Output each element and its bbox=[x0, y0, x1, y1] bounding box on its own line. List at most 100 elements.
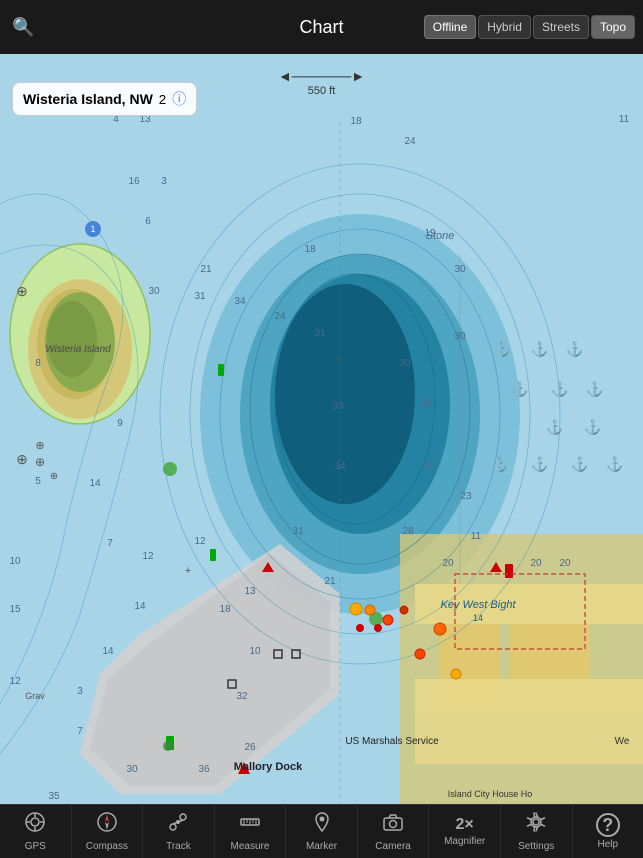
help-icon: ? bbox=[596, 813, 620, 837]
camera-label: Camera bbox=[375, 841, 411, 852]
map-type-streets[interactable]: Streets bbox=[533, 15, 589, 39]
svg-text:⚓: ⚓ bbox=[531, 341, 548, 358]
svg-text:30: 30 bbox=[420, 398, 432, 409]
scale-text: 550 ft bbox=[308, 85, 336, 97]
svg-text:14: 14 bbox=[102, 646, 114, 657]
track-tool[interactable]: Track bbox=[143, 805, 215, 858]
svg-text:⚓: ⚓ bbox=[491, 456, 508, 473]
svg-text:8: 8 bbox=[35, 358, 41, 369]
svg-text:28: 28 bbox=[402, 526, 414, 537]
help-tool[interactable]: ? Help bbox=[573, 805, 643, 858]
svg-text:⚓: ⚓ bbox=[571, 456, 588, 473]
page-title: Chart bbox=[299, 17, 343, 38]
svg-text:18: 18 bbox=[350, 116, 362, 127]
bottom-toolbar: GPS Compass Track bbox=[0, 804, 643, 858]
svg-text:10: 10 bbox=[249, 646, 261, 657]
help-label: Help bbox=[597, 839, 618, 850]
svg-text:1: 1 bbox=[90, 224, 95, 234]
map-type-offline[interactable]: Offline bbox=[424, 15, 476, 39]
svg-text:We: We bbox=[615, 736, 630, 747]
svg-text:31: 31 bbox=[194, 291, 206, 302]
svg-text:20: 20 bbox=[559, 558, 571, 569]
svg-text:24: 24 bbox=[274, 311, 286, 322]
scale-arrows: ◄──────► bbox=[278, 68, 365, 84]
svg-text:30: 30 bbox=[399, 358, 411, 369]
svg-text:⊕: ⊕ bbox=[50, 471, 58, 482]
camera-icon bbox=[382, 811, 404, 839]
svg-text:+: + bbox=[185, 565, 191, 577]
svg-text:26: 26 bbox=[244, 742, 256, 753]
search-icon[interactable]: 🔍 bbox=[12, 17, 34, 38]
map-area[interactable]: ⊕ ⊕ ⊕ + + ⊕ ⊕ ⚓ ⚓ ⚓ ⚓ ⚓ ⚓ ⚓ ⚓ ⚓ ⚓ ⚓ ⚓ bbox=[0, 54, 643, 804]
svg-text:30: 30 bbox=[126, 764, 138, 775]
settings-tool[interactable]: Settings bbox=[501, 805, 573, 858]
svg-text:14: 14 bbox=[473, 613, 483, 623]
settings-icon bbox=[525, 811, 547, 839]
magnifier-icon: 2× bbox=[456, 816, 474, 834]
svg-text:18: 18 bbox=[219, 604, 231, 615]
map-type-topo[interactable]: Topo bbox=[591, 15, 635, 39]
svg-text:21: 21 bbox=[324, 576, 336, 587]
camera-tool[interactable]: Camera bbox=[358, 805, 430, 858]
svg-text:35: 35 bbox=[48, 791, 60, 802]
svg-text:15: 15 bbox=[9, 604, 21, 615]
svg-text:31: 31 bbox=[292, 526, 304, 537]
marker-tool[interactable]: Marker bbox=[286, 805, 358, 858]
measure-label: Measure bbox=[231, 841, 270, 852]
svg-text:⊕: ⊕ bbox=[35, 440, 44, 452]
svg-text:12: 12 bbox=[9, 676, 21, 687]
svg-text:10: 10 bbox=[9, 556, 21, 567]
svg-text:7: 7 bbox=[77, 726, 83, 737]
svg-text:⚓: ⚓ bbox=[493, 341, 510, 358]
svg-text:Stone: Stone bbox=[426, 230, 455, 242]
svg-text:34: 34 bbox=[234, 296, 246, 307]
svg-text:Island City House Ho: Island City House Ho bbox=[448, 789, 533, 799]
svg-text:11: 11 bbox=[619, 114, 630, 125]
location-index: 2 bbox=[159, 92, 166, 107]
svg-text:21: 21 bbox=[200, 264, 212, 275]
marker-icon bbox=[311, 811, 333, 839]
svg-text:23: 23 bbox=[460, 491, 472, 502]
svg-text:30: 30 bbox=[148, 286, 160, 297]
svg-text:⚓: ⚓ bbox=[551, 381, 568, 398]
svg-text:⚓: ⚓ bbox=[531, 456, 548, 473]
svg-text:Mallory Dock: Mallory Dock bbox=[234, 761, 303, 773]
gps-tool[interactable]: GPS bbox=[0, 805, 72, 858]
svg-text:5: 5 bbox=[35, 476, 41, 487]
marker-label: Marker bbox=[306, 841, 337, 852]
svg-text:24: 24 bbox=[404, 136, 416, 147]
svg-text:⚓: ⚓ bbox=[606, 456, 623, 473]
svg-text:⚓: ⚓ bbox=[511, 381, 528, 398]
location-info-box[interactable]: Wisteria Island, NW 2 ⓘ bbox=[12, 82, 197, 116]
svg-text:3: 3 bbox=[77, 686, 83, 697]
svg-text:US Marshals Service: US Marshals Service bbox=[345, 736, 439, 747]
map-type-hybrid[interactable]: Hybrid bbox=[478, 15, 531, 39]
svg-text:3: 3 bbox=[161, 176, 167, 187]
track-label: Track bbox=[166, 841, 191, 852]
svg-text:11: 11 bbox=[471, 531, 482, 542]
svg-text:32: 32 bbox=[236, 691, 248, 702]
gps-icon bbox=[24, 811, 46, 839]
svg-text:18: 18 bbox=[304, 244, 316, 255]
svg-text:14: 14 bbox=[134, 601, 146, 612]
svg-text:7: 7 bbox=[107, 538, 113, 549]
svg-text:Grav: Grav bbox=[25, 691, 45, 701]
svg-text:⊕: ⊕ bbox=[16, 283, 28, 299]
app-header: 🔍 Chart Offline Hybrid Streets Topo bbox=[0, 0, 643, 54]
svg-text:12: 12 bbox=[194, 536, 206, 547]
location-name: Wisteria Island, NW bbox=[23, 91, 153, 107]
svg-text:16: 16 bbox=[128, 176, 140, 187]
nautical-chart: ⊕ ⊕ ⊕ + + ⊕ ⊕ ⚓ ⚓ ⚓ ⚓ ⚓ ⚓ ⚓ ⚓ ⚓ ⚓ ⚓ ⚓ bbox=[0, 54, 643, 804]
svg-text:⊕: ⊕ bbox=[35, 455, 45, 469]
magnifier-label: Magnifier bbox=[444, 836, 485, 847]
svg-text:12: 12 bbox=[142, 551, 154, 562]
info-icon[interactable]: ⓘ bbox=[172, 89, 186, 109]
svg-text:⊕: ⊕ bbox=[16, 451, 28, 467]
compass-tool[interactable]: Compass bbox=[72, 805, 144, 858]
magnifier-tool[interactable]: 2× Magnifier bbox=[429, 805, 501, 858]
svg-text:20: 20 bbox=[530, 558, 542, 569]
svg-text:31: 31 bbox=[314, 328, 326, 339]
measure-tool[interactable]: Measure bbox=[215, 805, 287, 858]
svg-text:⚓: ⚓ bbox=[566, 341, 583, 358]
svg-text:30: 30 bbox=[424, 461, 436, 472]
